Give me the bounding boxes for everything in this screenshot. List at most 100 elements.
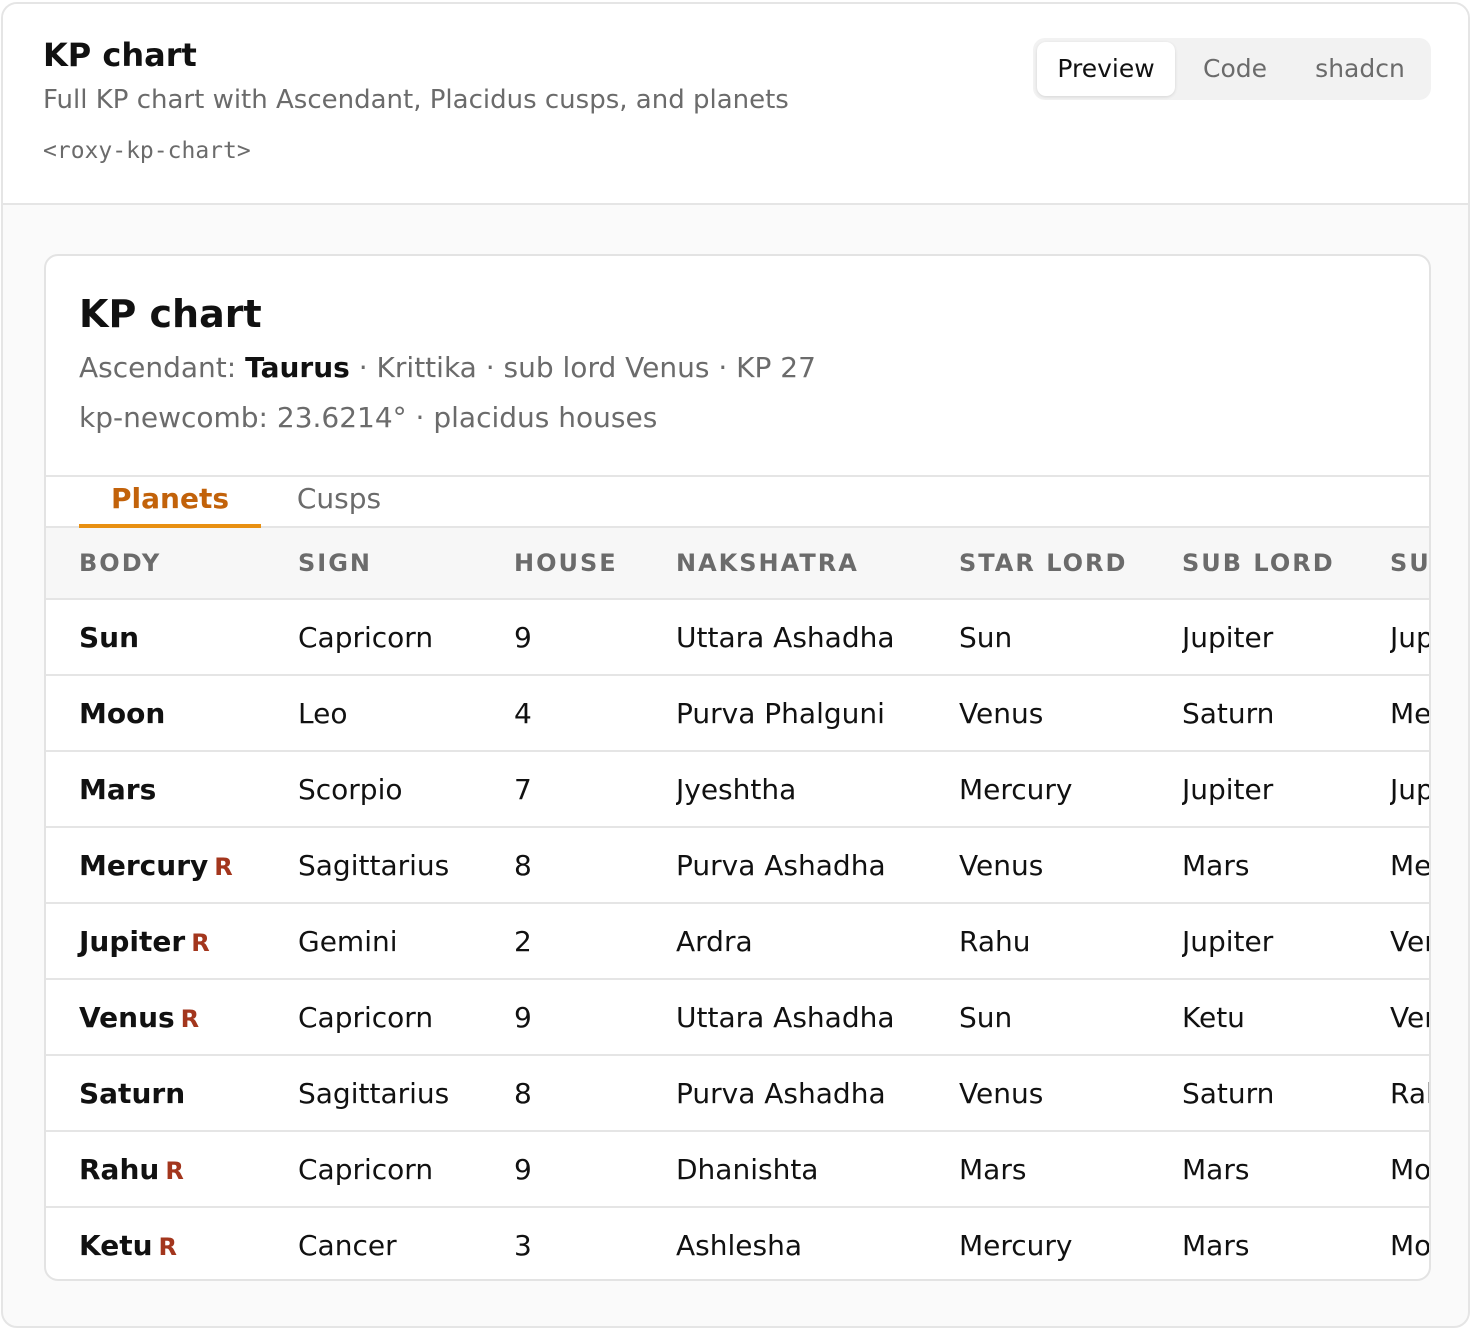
body-cell: Ketu R	[46, 1207, 298, 1279]
component-description: Full KP chart with Ascendant, Placidus c…	[43, 85, 789, 115]
house-cell: 8	[514, 1055, 676, 1132]
nakshatra-cell: Ashlesha	[676, 1229, 802, 1262]
component-preview-frame: KP chart Full KP chart with Ascendant, P…	[1, 2, 1470, 1328]
sign-cell: Capricorn	[298, 1131, 514, 1208]
star-lord-cell: Venus	[959, 675, 1182, 752]
column-header-star-lord: STAR LORD	[959, 528, 1182, 600]
sub-lord-cell: Jupiter	[1182, 751, 1390, 828]
view-toggle: Preview Code shadcn	[1033, 38, 1431, 100]
sign-cell: Capricorn	[298, 599, 514, 676]
planet-name: Rahu	[79, 1152, 160, 1186]
column-header-sign: SIGN	[298, 528, 514, 600]
table-header-row: BODY SIGN HOUSE NAKSHATRA STAR LORD SUB …	[46, 528, 1429, 600]
sub-lord-cell: Mars	[1182, 827, 1390, 904]
sub-sub-lord-cell: Ver	[1390, 903, 1429, 980]
body-cell: Moon	[46, 675, 298, 752]
planet-name: Sun	[79, 620, 140, 654]
nakshatra-cell: Uttara Ashadha	[676, 979, 959, 1056]
retrograde-badge: R	[191, 928, 210, 957]
column-header-house: HOUSE	[514, 528, 676, 600]
sub-sub-lord-cell: Me	[1390, 827, 1429, 904]
sub-lord-cell: Jupiter	[1182, 903, 1390, 980]
ayanamsa-line: kp-newcomb: 23.6214° · placidus houses	[79, 401, 658, 434]
house-cell: 4	[514, 675, 676, 752]
body-cell: Mars	[46, 751, 298, 828]
house-cell: 2	[514, 903, 676, 980]
body-cell: Saturn	[46, 1055, 298, 1132]
retrograde-badge: R	[165, 1156, 184, 1185]
star-lord-cell: Mercury	[959, 751, 1182, 828]
sign-cell: Sagittarius	[298, 1055, 514, 1132]
planet-name: Saturn	[79, 1076, 186, 1110]
column-header-sub-lord: SUB LORD	[1182, 528, 1390, 600]
sign-cell: Gemini	[298, 903, 514, 980]
table-row: VenusRCapricorn9Uttara AshadhaSunKetuVer	[46, 979, 1429, 1056]
sub-lord-cell: Ketu	[1182, 979, 1390, 1056]
sub-lord-cell: Saturn	[1182, 1055, 1390, 1132]
table-row: Mars Scorpio 7 Jyeshtha Mercury Jupiter Jup	[46, 751, 1429, 828]
planet-name: Ketu	[79, 1229, 153, 1262]
house-cell: 8	[514, 827, 676, 904]
chart-tabs: Planets Cusps	[46, 475, 1429, 528]
code-tab-button[interactable]: Code	[1175, 42, 1295, 96]
sub-sub-lord-cell: Ral	[1390, 1055, 1429, 1132]
column-header-sub-sub-lord: SU	[1390, 528, 1429, 600]
retrograde-badge: R	[158, 1233, 177, 1261]
house-cell: 9	[514, 599, 676, 676]
column-header-body: BODY	[46, 528, 298, 600]
component-tag: <roxy-kp-chart>	[43, 138, 251, 164]
star-lord-cell: Sun	[959, 599, 1182, 676]
shadcn-tab-button[interactable]: shadcn	[1295, 42, 1425, 96]
nakshatra-cell: Purva Phalguni	[676, 675, 959, 752]
preview-tab-button[interactable]: Preview	[1037, 42, 1175, 96]
card-title: KP chart	[79, 292, 262, 336]
star-lord-cell: Venus	[959, 827, 1182, 904]
sub-lord-cell: Mars	[1182, 1229, 1250, 1262]
retrograde-badge: R	[180, 1004, 200, 1033]
nakshatra-cell: Purva Ashadha	[676, 1055, 959, 1132]
ascendant-line: Ascendant: Taurus · Krittika · sub lord …	[79, 351, 816, 384]
star-lord-cell: Mercury	[959, 1229, 1073, 1262]
house-cell: 3	[514, 1229, 532, 1262]
planet-name: Moon	[79, 696, 166, 730]
sub-sub-lord-cell: Jup	[1390, 751, 1429, 828]
sub-lord-cell: Mars	[1182, 1131, 1390, 1208]
ascendant-details: · Krittika · sub lord Venus · KP 27	[358, 351, 816, 384]
planets-table-wrapper[interactable]: BODY SIGN HOUSE NAKSHATRA STAR LORD SUB …	[46, 528, 1431, 1279]
planet-name: Mercury	[79, 848, 209, 882]
body-cell: Rahu R	[46, 1131, 298, 1208]
sub-lord-cell: Jupiter	[1182, 599, 1390, 676]
kp-chart-card: KP chart Ascendant: Taurus · Krittika · …	[44, 254, 1431, 1281]
sign-cell: Cancer	[298, 1229, 397, 1262]
table-row: Mercury R Sagittarius 8 Purva Ashadha Venus Ma…	[46, 827, 1429, 904]
house-cell: 7	[514, 751, 676, 828]
nakshatra-cell: Uttara Ashadha	[676, 599, 959, 676]
component-header: KP chart Full KP chart with Ascendant, P…	[3, 4, 1468, 205]
nakshatra-cell: Purva Ashadha	[676, 827, 959, 904]
star-lord-cell: Mars	[959, 1131, 1182, 1208]
retrograde-badge: R	[214, 852, 233, 881]
planets-table: BODY SIGN HOUSE NAKSHATRA STAR LORD SUB …	[46, 528, 1431, 1279]
star-lord-cell: Rahu	[959, 903, 1182, 980]
sign-cell: Capricorn	[298, 979, 514, 1056]
sign-cell: Leo	[298, 675, 514, 752]
component-title: KP chart	[43, 36, 197, 74]
ascendant-label: Ascendant:	[79, 351, 237, 384]
house-cell: 9	[514, 979, 676, 1056]
planet-name: Mars	[79, 772, 157, 806]
house-cell: 9	[514, 1131, 676, 1208]
nakshatra-cell: Ardra	[676, 903, 959, 980]
table-row: JupiterRGemini2ArdraRahuJupiterVer	[46, 903, 1429, 980]
table-row: Sun Capricorn 9 Uttara Ashadha Sun Jupiter Jup	[46, 599, 1429, 676]
sub-lord-cell: Saturn	[1182, 675, 1390, 752]
sub-sub-lord-cell: Ver	[1390, 979, 1429, 1056]
body-cell: Sun	[46, 599, 298, 676]
tab-planets[interactable]: Planets	[79, 477, 261, 528]
body-cell: Mercury R	[46, 827, 298, 904]
star-lord-cell: Venus	[959, 1055, 1182, 1132]
sub-sub-lord-cell: Mo	[1390, 1229, 1431, 1262]
table-row: Saturn Sagittarius 8 Purva Ashadha Venus Satu…	[46, 1055, 1429, 1132]
sign-cell: Sagittarius	[298, 827, 514, 904]
tab-cusps[interactable]: Cusps	[296, 477, 382, 528]
table-row: Rahu R Capricorn 9 Dhanishta Mars Mars Mo	[46, 1131, 1429, 1208]
